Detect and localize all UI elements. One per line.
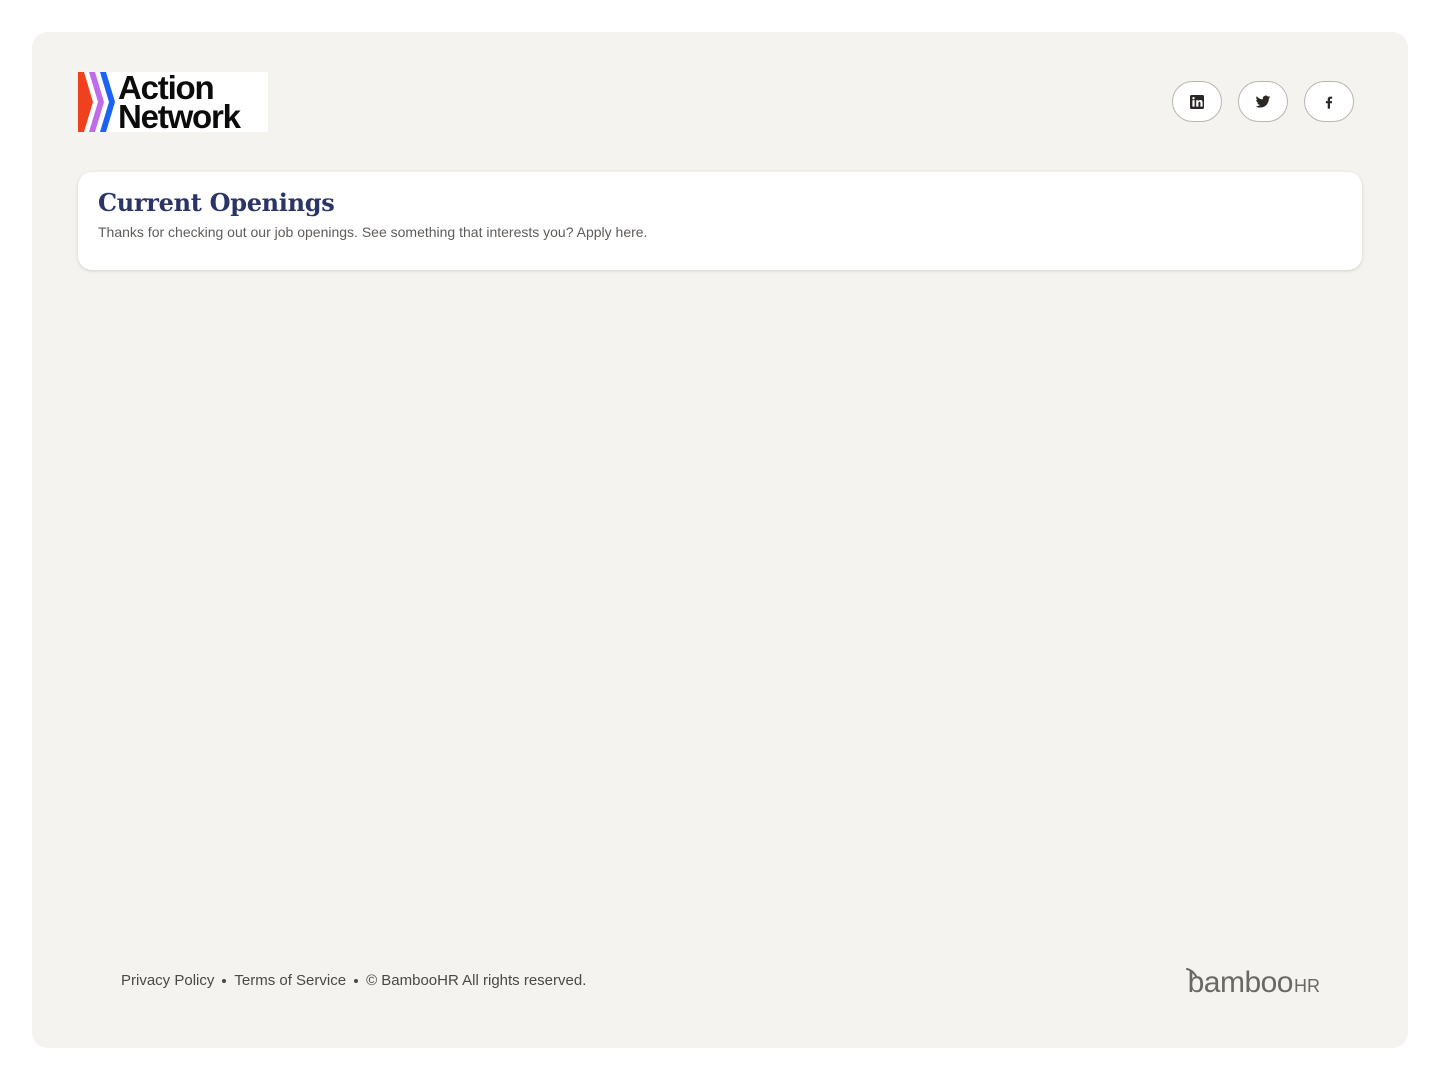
twitter-button[interactable] xyxy=(1238,81,1288,122)
bamboohr-wordmark: bamboo xyxy=(1187,966,1294,999)
bamboo-leaf-icon xyxy=(1185,968,1197,977)
page-title: Current Openings xyxy=(98,188,335,217)
terms-of-service-link[interactable]: Terms of Service xyxy=(234,972,346,989)
facebook-icon xyxy=(1325,96,1333,109)
social-links xyxy=(1172,81,1354,122)
linkedin-icon xyxy=(1190,94,1204,109)
openings-card: Current Openings Thanks for checking out… xyxy=(78,172,1362,270)
logo-line-2: Network xyxy=(118,98,241,135)
logo-chevrons-icon xyxy=(78,72,115,132)
facebook-button[interactable] xyxy=(1304,81,1354,122)
twitter-icon xyxy=(1255,95,1271,108)
logo-wordmark: Action Network xyxy=(118,71,241,135)
copyright-text: © BambooHR All rights reserved. xyxy=(366,972,587,989)
linkedin-button[interactable] xyxy=(1172,81,1222,122)
bamboohr-hr-mark: HR xyxy=(1294,976,1320,996)
page-frame: Action Network Current Openings Thanks f… xyxy=(32,32,1408,1048)
company-logo[interactable]: Action Network xyxy=(78,71,268,135)
separator-dot xyxy=(354,978,359,983)
separator-dot xyxy=(222,978,227,983)
privacy-policy-link[interactable]: Privacy Policy xyxy=(121,972,214,989)
footer: Privacy Policy Terms of Service © Bamboo… xyxy=(121,972,586,989)
page-subtitle: Thanks for checking out our job openings… xyxy=(98,224,648,240)
bamboohr-logo[interactable]: bamboo HR xyxy=(1185,966,1320,999)
